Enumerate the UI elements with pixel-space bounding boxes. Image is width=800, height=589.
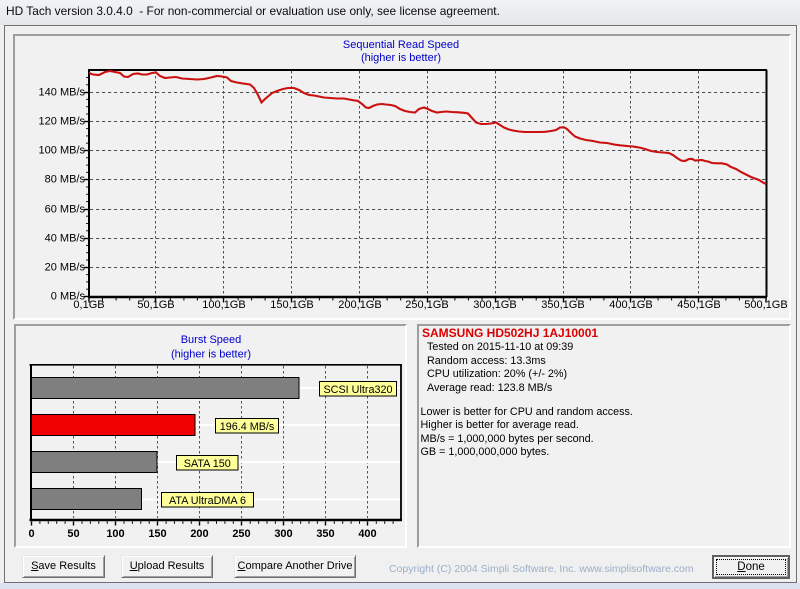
svg-text:150,1GB: 150,1GB	[270, 299, 313, 311]
svg-text:Sequential Read Speed: Sequential Read Speed	[343, 39, 459, 51]
svg-text:400,1GB: 400,1GB	[609, 299, 652, 311]
svg-text:300,1GB: 300,1GB	[473, 299, 516, 311]
svg-text:SATA 150: SATA 150	[184, 458, 231, 470]
svg-text:ATA UltraDMA 6: ATA UltraDMA 6	[169, 495, 246, 507]
svg-text:80 MB/s: 80 MB/s	[45, 174, 86, 186]
svg-text:140 MB/s: 140 MB/s	[39, 87, 86, 99]
svg-text:40 MB/s: 40 MB/s	[45, 233, 86, 245]
svg-text:196.4 MB/s: 196.4 MB/s	[220, 421, 275, 433]
svg-text:150: 150	[148, 528, 166, 540]
svg-text:500,1GB: 500,1GB	[744, 299, 787, 311]
svg-text:Burst Speed: Burst Speed	[181, 334, 242, 346]
svg-text:(higher is better): (higher is better)	[361, 52, 441, 64]
svg-text:50: 50	[67, 528, 79, 540]
svg-text:20 MB/s: 20 MB/s	[45, 262, 86, 274]
svg-text:300: 300	[274, 528, 292, 540]
svg-text:60 MB/s: 60 MB/s	[45, 204, 86, 216]
svg-text:200,1GB: 200,1GB	[338, 299, 381, 311]
svg-text:100,1GB: 100,1GB	[202, 299, 245, 311]
svg-text:350,1GB: 350,1GB	[541, 299, 584, 311]
svg-text:0,1GB: 0,1GB	[73, 299, 104, 311]
svg-text:250,1GB: 250,1GB	[405, 299, 448, 311]
svg-text:50,1GB: 50,1GB	[137, 299, 174, 311]
svg-text:100 MB/s: 100 MB/s	[39, 145, 86, 157]
svg-text:350: 350	[316, 528, 334, 540]
svg-text:450,1GB: 450,1GB	[677, 299, 720, 311]
svg-text:(higher is better): (higher is better)	[171, 348, 251, 360]
svg-text:400: 400	[358, 528, 376, 540]
svg-text:100: 100	[106, 528, 124, 540]
svg-text:120 MB/s: 120 MB/s	[39, 116, 86, 128]
svg-text:250: 250	[232, 528, 250, 540]
svg-text:0: 0	[28, 528, 34, 540]
svg-text:200: 200	[190, 528, 208, 540]
svg-text:SCSI Ultra320: SCSI Ultra320	[323, 384, 392, 396]
